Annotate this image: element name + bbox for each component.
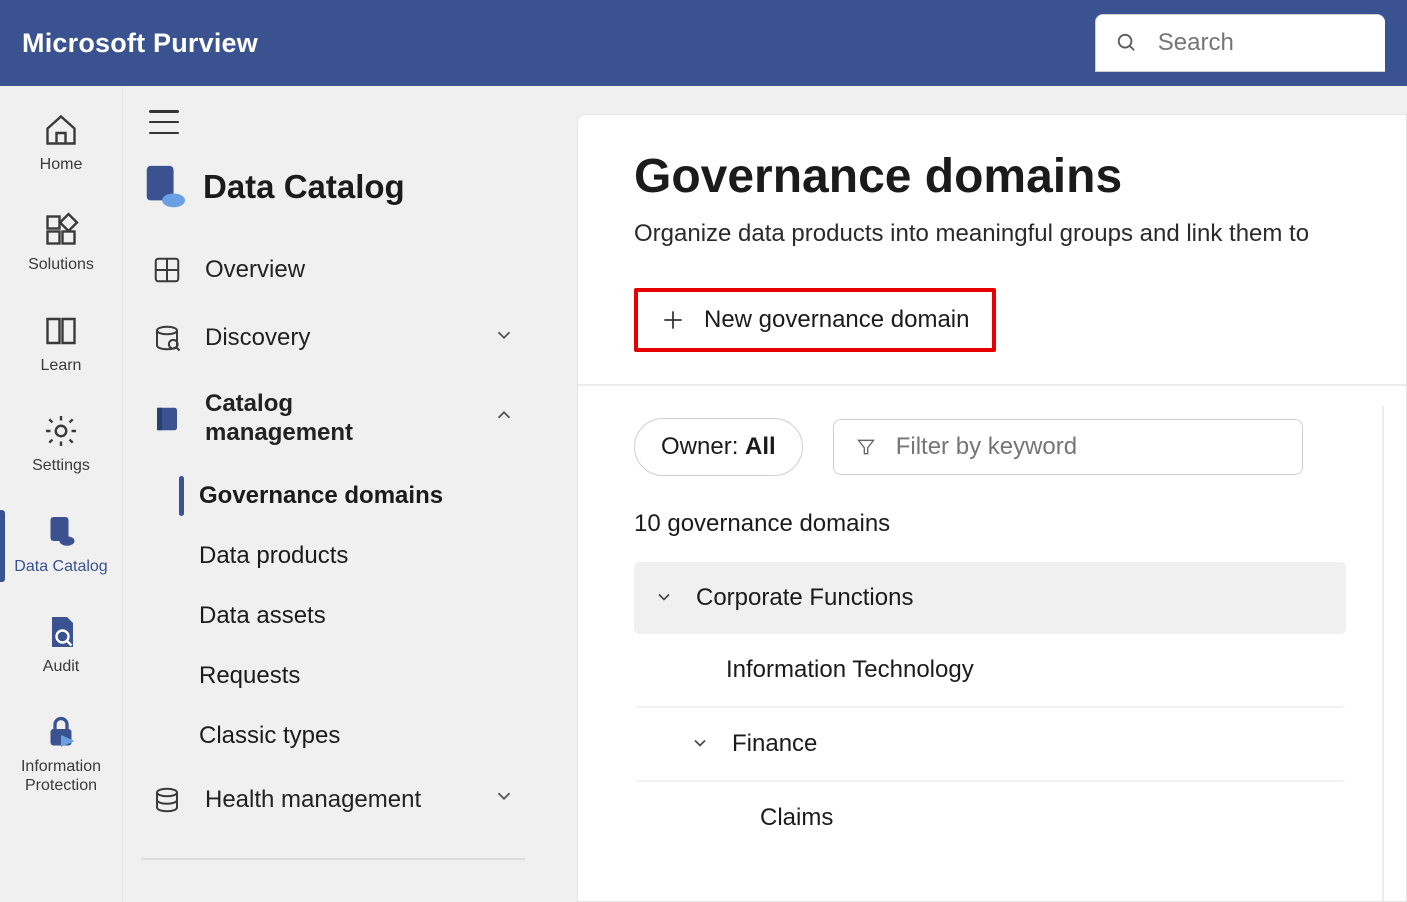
subnav-data-products[interactable]: Data products — [197, 526, 525, 586]
nav-catalog-label-line1: Catalog — [205, 390, 353, 419]
nav-catalog-management[interactable]: Catalog management — [141, 372, 525, 466]
nav-catalog-label-line2: management — [205, 419, 353, 448]
page-title: Governance domains — [634, 149, 1406, 204]
grid-icon — [152, 255, 182, 285]
top-bar: Microsoft Purview — [0, 0, 1407, 86]
audit-icon — [43, 614, 79, 650]
tree-label: Corporate Functions — [696, 584, 913, 612]
catalog-subnav: Governance domains Data products Data as… — [141, 466, 525, 766]
subnav-data-assets[interactable]: Data assets — [197, 586, 525, 646]
sidebar-divider — [141, 858, 525, 860]
new-button-label: New governance domain — [704, 306, 970, 334]
plus-icon — [660, 307, 686, 333]
rail-item-settings[interactable]: Settings — [0, 395, 122, 495]
health-icon — [152, 785, 182, 815]
rail-item-data-catalog[interactable]: Data Catalog — [0, 496, 122, 596]
nav-discovery[interactable]: Discovery — [141, 304, 525, 372]
rail-label-solutions: Solutions — [28, 256, 94, 274]
owner-pill-value: All — [745, 433, 776, 460]
owner-pill-label: Owner: — [661, 433, 745, 460]
subnav-requests[interactable]: Requests — [197, 646, 525, 706]
gear-icon — [43, 413, 79, 449]
domain-count: 10 governance domains — [634, 510, 1406, 538]
solutions-icon — [43, 212, 79, 248]
database-icon — [43, 514, 79, 550]
new-governance-domain-button[interactable]: New governance domain — [644, 296, 986, 344]
keyword-filter[interactable] — [833, 419, 1303, 475]
rail-item-solutions[interactable]: Solutions — [0, 194, 122, 294]
subnav-classic-types[interactable]: Classic types — [197, 706, 525, 766]
tree-row-finance[interactable]: Finance — [634, 708, 1346, 782]
rail-item-audit[interactable]: Audit — [0, 596, 122, 696]
keyword-filter-input[interactable] — [894, 432, 1280, 462]
domain-tree: Corporate Functions Information Technolo… — [634, 562, 1346, 854]
content-divider — [578, 384, 1406, 386]
data-catalog-icon — [141, 164, 187, 210]
left-rail: Home Solutions Learn Settings Data Catal… — [0, 86, 123, 902]
chevron-down-icon — [654, 586, 678, 610]
page-subtitle: Organize data products into meaningful g… — [634, 220, 1406, 248]
rail-label-learn: Learn — [41, 357, 82, 375]
content-card: Governance domains Organize data product… — [577, 114, 1407, 902]
nav-health-management[interactable]: Health management — [141, 766, 525, 834]
tree-row-information-technology[interactable]: Information Technology — [634, 634, 1346, 708]
filter-icon — [856, 436, 876, 458]
rail-label-audit: Audit — [43, 658, 79, 676]
right-separator — [1382, 406, 1384, 902]
rail-label-home: Home — [40, 156, 83, 174]
nav-overview-label: Overview — [205, 256, 305, 284]
nav-overview[interactable]: Overview — [141, 236, 525, 304]
secondary-sidebar: Data Catalog Overview Discovery Catalog … — [123, 86, 551, 902]
search-input[interactable] — [1156, 28, 1365, 58]
hamburger-menu[interactable] — [149, 110, 179, 134]
rail-label-info-protection: Information Protection — [4, 758, 118, 795]
brand-title: Microsoft Purview — [22, 28, 258, 59]
rail-label-data-catalog: Data Catalog — [14, 558, 107, 576]
module-title: Data Catalog — [203, 168, 405, 206]
tree-label: Claims — [760, 804, 833, 832]
tree-label: Finance — [732, 730, 817, 758]
global-search[interactable] — [1095, 14, 1385, 72]
catalog-icon — [152, 404, 182, 434]
main-area: Governance domains Organize data product… — [551, 86, 1407, 902]
chevron-down-icon — [493, 785, 515, 807]
tree-label: Information Technology — [726, 656, 974, 684]
chevron-down-icon — [493, 324, 515, 346]
owner-filter-pill[interactable]: Owner: All — [634, 418, 803, 476]
discovery-icon — [152, 323, 182, 353]
nav-discovery-label: Discovery — [205, 324, 310, 352]
lock-icon — [43, 714, 79, 750]
highlighted-action: New governance domain — [634, 288, 996, 352]
book-icon — [43, 313, 79, 349]
nav-health-label: Health management — [205, 786, 421, 814]
rail-label-settings: Settings — [32, 457, 90, 475]
rail-item-info-protection[interactable]: Information Protection — [0, 696, 122, 815]
rail-item-home[interactable]: Home — [0, 94, 122, 194]
filter-row: Owner: All — [634, 418, 1406, 476]
home-icon — [43, 112, 79, 148]
subnav-governance-domains[interactable]: Governance domains — [197, 466, 525, 526]
rail-item-learn[interactable]: Learn — [0, 295, 122, 395]
module-header: Data Catalog — [141, 164, 525, 210]
chevron-up-icon — [493, 404, 515, 426]
tree-row-claims[interactable]: Claims — [634, 782, 1346, 854]
tree-row-corporate-functions[interactable]: Corporate Functions — [634, 562, 1346, 634]
search-icon — [1116, 30, 1138, 56]
chevron-down-icon — [690, 732, 714, 756]
